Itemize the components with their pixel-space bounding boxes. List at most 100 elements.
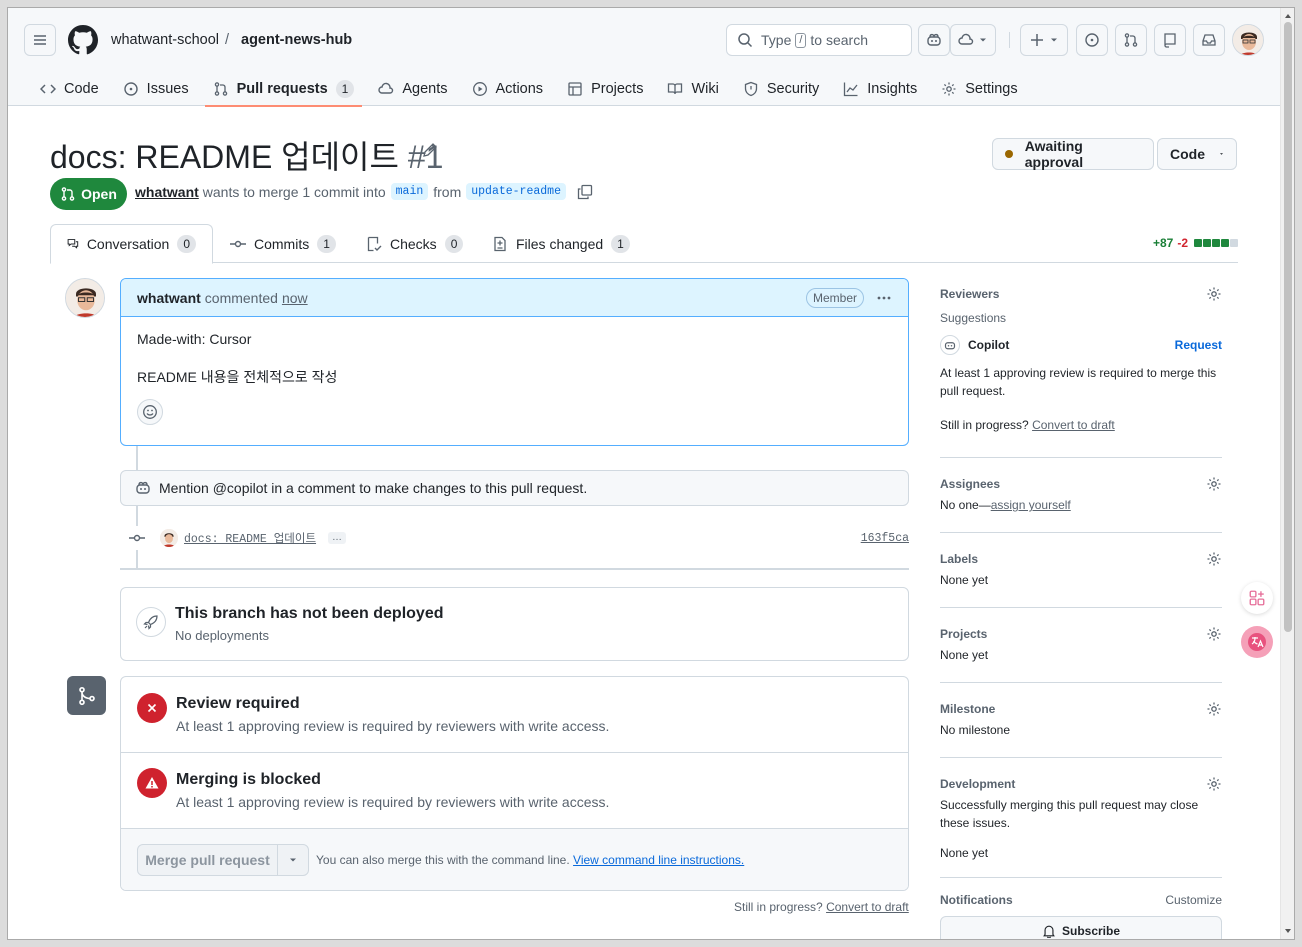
- tab-projects[interactable]: Projects: [559, 72, 651, 106]
- request-review-button[interactable]: Request: [1175, 338, 1222, 352]
- search-input[interactable]: Type / to search: [726, 24, 912, 56]
- tab-files-changed[interactable]: Files changed 1: [476, 224, 646, 263]
- scroll-up-icon[interactable]: [1281, 10, 1295, 22]
- checklist-icon: [367, 236, 382, 251]
- projects-header[interactable]: Projects: [940, 622, 1222, 646]
- avatar-face-icon: [66, 279, 104, 317]
- menu-button[interactable]: [24, 24, 56, 56]
- merge-method-dropdown[interactable]: [278, 845, 308, 875]
- merge-status-icon: [67, 676, 106, 715]
- tab-agents[interactable]: Agents: [370, 72, 455, 106]
- add-reaction-button[interactable]: [137, 399, 163, 425]
- commit-icon: [129, 534, 145, 542]
- projects-section: Projects None yet: [940, 608, 1222, 683]
- commit-message-link[interactable]: docs: README 업데이트: [184, 530, 316, 546]
- inbox-button[interactable]: [1193, 24, 1225, 56]
- gear-icon[interactable]: [1206, 551, 1222, 567]
- reviewers-draft: Still in progress? Convert to draft: [940, 416, 1222, 434]
- gear-icon[interactable]: [1206, 776, 1222, 792]
- comment-author-avatar[interactable]: [65, 278, 105, 318]
- awaiting-approval-button[interactable]: Awaiting approval: [992, 138, 1154, 170]
- commit-icon: [230, 240, 246, 247]
- chevron-down-icon: [980, 38, 986, 42]
- base-branch[interactable]: main: [390, 183, 429, 200]
- app-header: whatwant-school / agent-news-hub Type / …: [8, 8, 1280, 107]
- deletions-count: -2: [1177, 236, 1188, 250]
- graph-icon: [844, 82, 858, 97]
- head-branch[interactable]: update-readme: [466, 183, 566, 200]
- copy-icon[interactable]: [577, 184, 593, 200]
- extension-apps-button[interactable]: [1241, 582, 1273, 614]
- labels-header[interactable]: Labels: [940, 547, 1222, 571]
- tab-label: Agents: [402, 81, 448, 97]
- subscribe-button[interactable]: Subscribe: [940, 916, 1222, 939]
- copilot-hint: Mention @copilot in a comment to make ch…: [120, 470, 909, 506]
- commit-author-avatar[interactable]: [160, 529, 178, 547]
- extension-translate-button[interactable]: [1241, 626, 1273, 658]
- cloud-agent-icon: [958, 33, 974, 45]
- diffstat-block: [1221, 239, 1229, 247]
- scroll-down-icon[interactable]: [1281, 925, 1295, 937]
- repositories-button[interactable]: [1154, 24, 1186, 56]
- tab-issues[interactable]: Issues: [115, 72, 197, 106]
- customize-link[interactable]: Customize: [1165, 888, 1222, 912]
- page-scrollbar[interactable]: [1280, 8, 1294, 939]
- reviewers-header[interactable]: Reviewers: [940, 282, 1222, 306]
- bell-icon: [1043, 925, 1055, 938]
- kebab-horizontal-icon[interactable]: [876, 290, 892, 306]
- inbox-icon: [1202, 34, 1216, 46]
- github-logo[interactable]: [68, 25, 98, 55]
- issues-button[interactable]: [1076, 24, 1108, 56]
- tab-security[interactable]: Security: [735, 72, 827, 106]
- scrollbar-thumb[interactable]: [1284, 22, 1292, 632]
- gear-icon[interactable]: [1206, 476, 1222, 492]
- search-icon: [738, 33, 753, 48]
- tab-conversation[interactable]: Conversation 0: [50, 224, 213, 264]
- merge-pull-request-button[interactable]: Merge pull request: [138, 845, 278, 875]
- comment-author[interactable]: whatwant: [137, 290, 201, 306]
- cli-instructions-link[interactable]: View command line instructions.: [573, 853, 744, 867]
- gear-icon[interactable]: [1206, 626, 1222, 642]
- copilot-menu-button[interactable]: [950, 24, 996, 56]
- commit-sha-link[interactable]: 163f5ca: [861, 532, 909, 545]
- gear-icon[interactable]: [1206, 701, 1222, 717]
- assignees-header[interactable]: Assignees: [940, 472, 1222, 496]
- pr-author-link[interactable]: whatwant: [135, 184, 199, 200]
- milestone-header[interactable]: Milestone: [940, 697, 1222, 721]
- tab-label: Conversation: [86, 236, 170, 252]
- deploy-title: This branch has not been deployed: [175, 605, 444, 622]
- tab-pull-requests[interactable]: Pull requests 1: [204, 72, 363, 107]
- tab-code[interactable]: Code: [32, 72, 107, 106]
- development-header[interactable]: Development: [940, 772, 1222, 796]
- tab-checks[interactable]: Checks 0: [350, 224, 479, 263]
- create-new-button[interactable]: [1020, 24, 1068, 56]
- repo-link[interactable]: agent-news-hub: [241, 32, 352, 48]
- notifications-title: Notifications: [940, 893, 1013, 907]
- convert-to-draft-link[interactable]: Convert to draft: [826, 900, 909, 914]
- pull-requests-button[interactable]: [1115, 24, 1147, 56]
- owner-link[interactable]: whatwant-school: [111, 32, 219, 48]
- pr-description-comment: whatwant commented now Member Made-with:…: [120, 278, 909, 446]
- comment-timestamp[interactable]: now: [282, 290, 308, 306]
- tab-settings[interactable]: Settings: [933, 72, 1025, 106]
- labels-section: Labels None yet: [940, 533, 1222, 608]
- pr-tabs: Conversation 0 Commits 1 Checks 0 Files …: [50, 224, 1238, 264]
- copilot-icon: [944, 342, 956, 350]
- merge-button-group: Merge pull request: [137, 844, 309, 876]
- code-dropdown-button[interactable]: Code: [1157, 138, 1237, 170]
- gear-icon[interactable]: [1206, 286, 1222, 302]
- edit-title-button[interactable]: [422, 142, 438, 158]
- expand-commit-button[interactable]: …: [328, 532, 347, 544]
- user-avatar[interactable]: [1232, 24, 1264, 56]
- copilot-button[interactable]: [918, 24, 950, 56]
- assign-yourself-link[interactable]: assign yourself: [991, 498, 1071, 512]
- tab-commits[interactable]: Commits 1: [214, 224, 352, 263]
- rocket-badge: [136, 607, 166, 637]
- projects-value: None yet: [940, 648, 989, 662]
- tab-insights[interactable]: Insights: [835, 72, 925, 106]
- tab-wiki[interactable]: Wiki: [659, 72, 726, 106]
- tab-actions[interactable]: Actions: [464, 72, 552, 106]
- sidebar-convert-to-draft-link[interactable]: Convert to draft: [1032, 418, 1115, 432]
- browser-window: whatwant-school / agent-news-hub Type / …: [7, 7, 1295, 940]
- book-icon: [668, 83, 683, 95]
